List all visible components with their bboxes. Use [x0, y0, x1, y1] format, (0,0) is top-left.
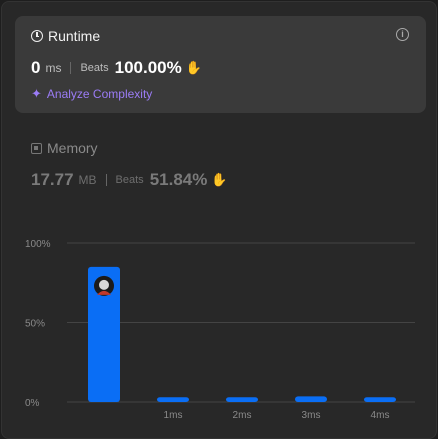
x-tick-label: 1ms [164, 410, 183, 421]
x-tick-label: 3ms [302, 410, 321, 421]
runtime-distribution-chart: 0% 50% 100% 1ms 2ms 3ms 4ms [25, 239, 415, 421]
y-tick-label: 100% [25, 239, 51, 250]
bar[interactable] [157, 397, 189, 402]
bar[interactable] [364, 397, 396, 402]
y-tick-label: 0% [25, 398, 40, 409]
avatar [94, 275, 114, 296]
y-tick-label: 50% [25, 319, 45, 330]
bar[interactable] [226, 397, 258, 402]
x-tick-label: 2ms [233, 410, 252, 421]
x-tick-label: 4ms [371, 410, 390, 421]
submission-stats-panel: Runtime i 0 ms Beats 100.00% ✋ ✦ Analyze… [1, 1, 437, 439]
bar[interactable] [295, 396, 327, 402]
